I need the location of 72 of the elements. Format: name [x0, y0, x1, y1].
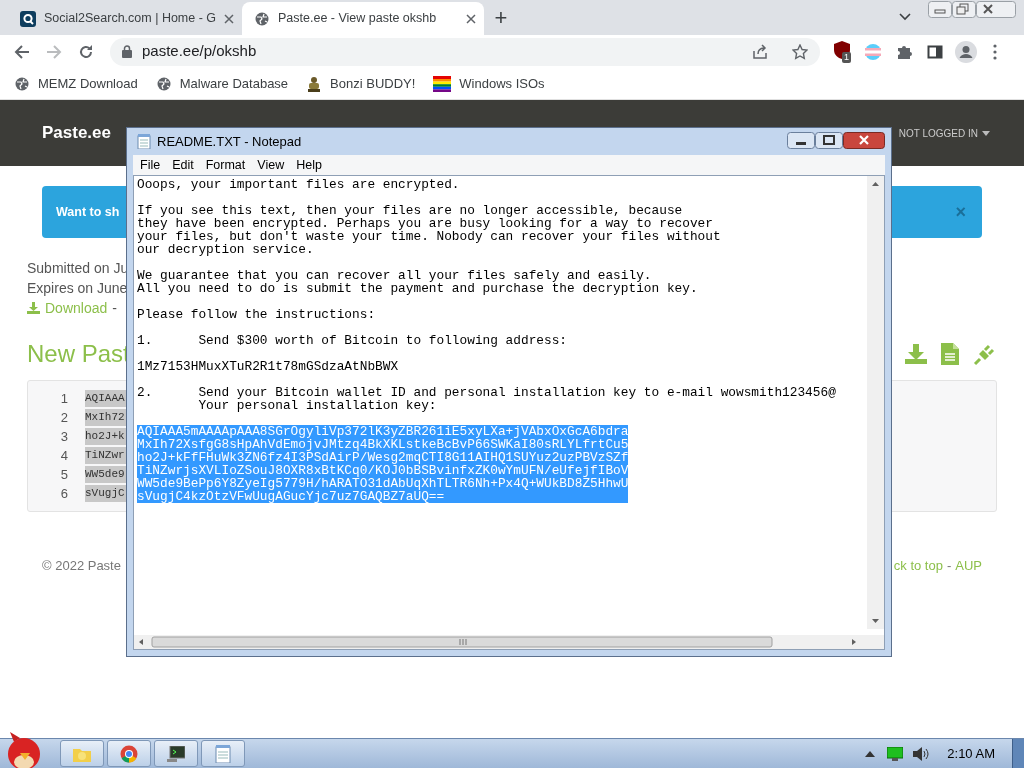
menu-icon[interactable]	[993, 43, 997, 60]
account-menu[interactable]: NOT LOGGED IN	[898, 125, 990, 141]
line-number: 5	[59, 465, 68, 484]
window-title: README.TXT - Notepad	[157, 132, 303, 151]
chrome-icon	[120, 744, 138, 763]
document-text: Please follow the instructions:	[137, 308, 376, 321]
figure-icon	[306, 75, 323, 92]
notepad-icon	[137, 134, 151, 149]
banner-text: Want to sh	[56, 203, 120, 221]
globe-icon	[155, 75, 172, 92]
paste-meta-text: Expires on June	[27, 279, 128, 298]
address-bar[interactable]: paste.ee/p/okshb	[110, 37, 820, 66]
document-text: 1Mz7153HMuxXTuR2R1t78mGSdzaAtNbBWX	[137, 360, 399, 373]
horizontal-scrollbar[interactable]	[134, 635, 884, 649]
line-number: 1	[59, 389, 68, 408]
close-icon[interactable]	[976, 1, 1016, 18]
line-number: 3	[59, 427, 68, 446]
separator-text: -	[946, 557, 952, 575]
menu-item[interactable]: File	[140, 155, 161, 175]
document-text: We guarantee that you can recover all your files safely and easily. All you need to do is submit the payment and purchase the decryption key.	[137, 269, 698, 295]
notepad-icon	[215, 744, 231, 763]
search-logo-icon	[20, 10, 36, 27]
bookmark-link[interactable]: MEMZ Download	[14, 73, 138, 94]
shield-extension-button[interactable]: 1	[834, 40, 854, 63]
puzzle-icon[interactable]	[896, 43, 912, 60]
menu-item[interactable]: Format	[205, 155, 246, 175]
globe-icon	[14, 75, 30, 92]
chevron-up-icon[interactable]	[865, 750, 876, 757]
bookmark-link[interactable]: Malware Database	[155, 73, 289, 94]
vertical-scrollbar[interactable]	[867, 176, 884, 629]
copyright-text: © 2022 Paste	[42, 557, 121, 575]
close-icon[interactable]	[224, 13, 235, 24]
star-icon[interactable]	[792, 43, 808, 60]
lock-icon	[122, 45, 132, 58]
site-logo[interactable]: Paste.ee	[42, 120, 111, 146]
close-icon[interactable]	[466, 13, 476, 24]
side-panel-icon[interactable]	[927, 43, 943, 60]
document-text: If you see this text, then your files are no longer accessible, because they have been encrypted. Perhaps you are busy looking for a way to recover your files, but don't waste your time. Nobody can recover your files without our decryption service.	[137, 204, 721, 256]
extension-badge: 1	[842, 51, 851, 63]
document-text: AQIAAA5mAAAApAAA8SGrOgyliVp372lK3yZBR261iE5xyLXa+jVAbxOxGcA6bdra MxIh72XsfgG8sHpAhVdEmojvJMtzq4BkXKLstkeBcBvP66SWKaI80sRLYLfrtCu5 ho2J+kFfFHuWk3ZN6fz4I3PSdAirP/Wesg2mqCTI8G11AIHQ1SUYuz2uzPBVzSZf TiNZwrjsXVLIoZSouJ8OXR8xBtKCq0/KOJ0bBSBvinfxZK0wYmUFN/eUfejfIBoV WW5de9BePp6Y8ZyeIg5779H/hARATO31dAbUqXhTLTR6Nh+Px4Q+WUkBD8Z5HhwU sVugjC4kzOtzVFwUugAGucYjc7uz7GAQBZ7aUQ==	[137, 425, 629, 503]
document-text: Ooops, your important files are encrypted.	[137, 178, 460, 191]
line-number: 2	[59, 408, 68, 427]
line-number: 4	[59, 446, 68, 465]
new-tab-button[interactable]: +	[484, 2, 518, 35]
share-icon[interactable]	[752, 43, 768, 60]
document-text: 2. Send your Bitcoin wallet ID and personal installation key to e-mail wowsmith123456@ Your personal installation key:	[137, 386, 836, 412]
speaker-icon[interactable]	[913, 746, 930, 761]
menu-item[interactable]: Help	[296, 155, 322, 175]
minimize-icon[interactable]	[787, 132, 815, 149]
document-text: 1. Send $300 worth of Bitcoin to following address:	[137, 334, 568, 347]
back-arrow-icon[interactable]	[14, 43, 30, 60]
restore-icon[interactable]	[952, 1, 976, 18]
clock-time[interactable]: 2:10 AM	[947, 743, 995, 764]
download-icon	[27, 302, 40, 314]
rainbow-flag-icon	[433, 75, 452, 92]
taskbar-button[interactable]	[154, 740, 198, 767]
close-icon[interactable]	[843, 132, 885, 149]
profile-avatar-icon[interactable]	[955, 40, 977, 63]
bookmark-link[interactable]: Bonzi BUDDY!	[306, 73, 416, 94]
terminal-icon	[167, 745, 185, 762]
separator-text: -	[112, 299, 117, 318]
reload-icon[interactable]	[78, 43, 94, 60]
monitor-icon[interactable]	[887, 746, 904, 761]
menu-item[interactable]: Edit	[172, 155, 194, 175]
line-number: 6	[59, 484, 68, 503]
bookmark-link[interactable]: Windows ISOs	[433, 73, 545, 94]
chevron-down-icon[interactable]	[899, 13, 911, 21]
caret-icon	[982, 130, 990, 136]
browser-tab[interactable]: Paste.ee - View paste okshb	[242, 2, 484, 35]
globe-icon	[254, 10, 270, 27]
maximize-icon[interactable]	[815, 132, 843, 149]
menu-item[interactable]: View	[257, 155, 285, 175]
